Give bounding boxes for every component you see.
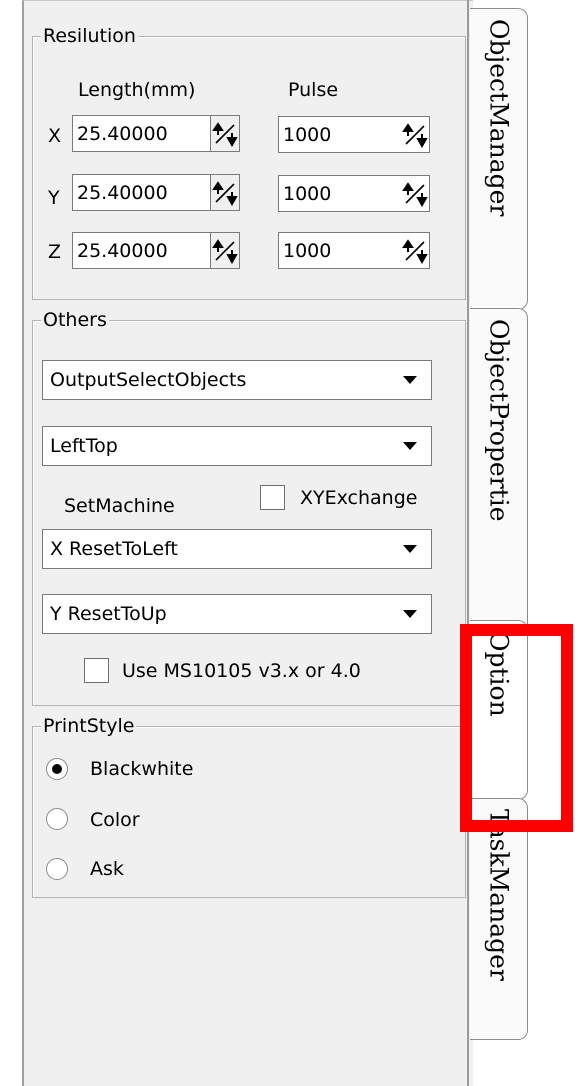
x-length-spin-button[interactable]: [210, 115, 240, 152]
others-group-title: Others: [41, 308, 109, 332]
tab-object-properties[interactable]: ObjectPropertie: [470, 308, 528, 638]
y-pulse-spin-button[interactable]: [400, 175, 430, 212]
y-pulse-input[interactable]: 1000: [278, 175, 400, 212]
radio-color-label: Color: [90, 809, 140, 831]
output-select-dropdown[interactable]: OutputSelectObjects: [42, 360, 432, 400]
z-length-spin-button[interactable]: [210, 232, 240, 269]
x-pulse-input[interactable]: 1000: [278, 116, 400, 153]
axis-label-x: X: [48, 125, 62, 147]
x-reset-dropdown[interactable]: X ResetToLeft: [42, 529, 432, 569]
radio-ask-label: Ask: [90, 858, 124, 880]
xy-exchange-checkbox[interactable]: [260, 485, 285, 510]
z-pulse-spin-button[interactable]: [400, 232, 430, 269]
spin-arrows-icon: [212, 180, 238, 206]
spin-arrows-icon: [212, 121, 238, 147]
xy-exchange-label: XYExchange: [300, 487, 418, 509]
spin-arrows-icon: [401, 238, 428, 264]
spin-arrows-icon: [212, 238, 238, 264]
y-reset-dropdown[interactable]: Y ResetToUp: [42, 594, 432, 634]
tab-strip-divider: [467, 0, 469, 1086]
tab-task-manager[interactable]: TaskManager: [470, 798, 528, 1040]
y-length-input[interactable]: 25.40000: [72, 174, 210, 211]
chevron-down-icon: [395, 598, 425, 630]
spin-arrows-icon: [401, 122, 428, 148]
length-column-label: Length(mm): [78, 79, 196, 101]
z-length-input[interactable]: 25.40000: [72, 232, 210, 269]
set-machine-label: SetMachine: [64, 495, 175, 517]
chevron-down-icon: [395, 533, 425, 565]
pulse-column-label: Pulse: [288, 79, 339, 101]
axis-label-z: Z: [48, 241, 62, 263]
radio-color[interactable]: [46, 808, 68, 830]
x-length-input[interactable]: 25.40000: [72, 115, 210, 152]
radio-blackwhite-label: Blackwhite: [90, 758, 194, 780]
z-pulse-input[interactable]: 1000: [278, 232, 400, 269]
x-pulse-spin-button[interactable]: [400, 116, 430, 153]
chevron-down-icon: [395, 430, 425, 462]
chevron-down-icon: [395, 364, 425, 396]
use-ms-label: Use MS10105 v3.x or 4.0: [122, 660, 361, 682]
use-ms-checkbox[interactable]: [84, 658, 109, 683]
tab-object-manager[interactable]: ObjectManager: [470, 8, 528, 310]
radio-blackwhite[interactable]: [46, 758, 68, 780]
print-style-group-title: PrintStyle: [41, 714, 137, 738]
radio-ask[interactable]: [46, 858, 68, 880]
axis-label-y: Y: [48, 187, 60, 209]
y-length-spin-button[interactable]: [210, 174, 240, 211]
origin-select-dropdown[interactable]: LeftTop: [42, 426, 432, 466]
spin-arrows-icon: [401, 181, 428, 207]
tab-option[interactable]: Option: [470, 620, 528, 800]
resolution-group-title: Resilution: [41, 24, 138, 48]
